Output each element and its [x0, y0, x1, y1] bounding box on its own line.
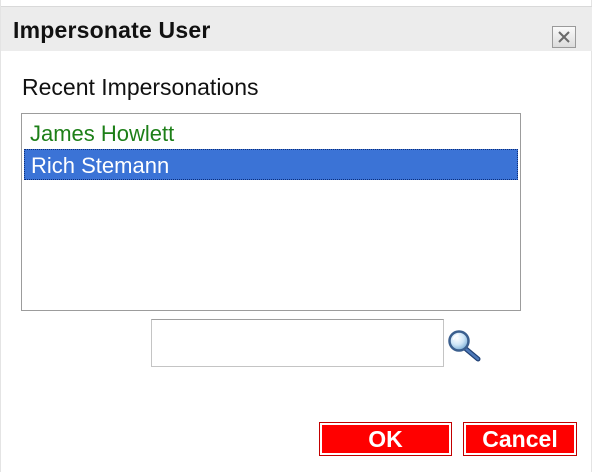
list-item-james-howlett[interactable]: James Howlett	[24, 118, 518, 149]
magnifier-icon[interactable]	[447, 330, 483, 362]
close-icon	[558, 31, 570, 43]
recent-impersonations-label: Recent Impersonations	[22, 74, 259, 100]
impersonate-user-dialog: Impersonate User Recent Impersonations J…	[0, 0, 592, 472]
dialog-title: Impersonate User	[13, 17, 211, 43]
user-search-input[interactable]	[151, 319, 444, 367]
dialog-titlebar: Impersonate User	[1, 6, 592, 51]
list-item-rich-stemann[interactable]: Rich Stemann	[24, 149, 518, 180]
recent-impersonations-list[interactable]: James Howlett Rich Stemann	[21, 113, 521, 311]
close-button[interactable]	[552, 26, 576, 48]
ok-button[interactable]: OK	[319, 422, 452, 456]
cancel-button[interactable]: Cancel	[463, 422, 577, 456]
